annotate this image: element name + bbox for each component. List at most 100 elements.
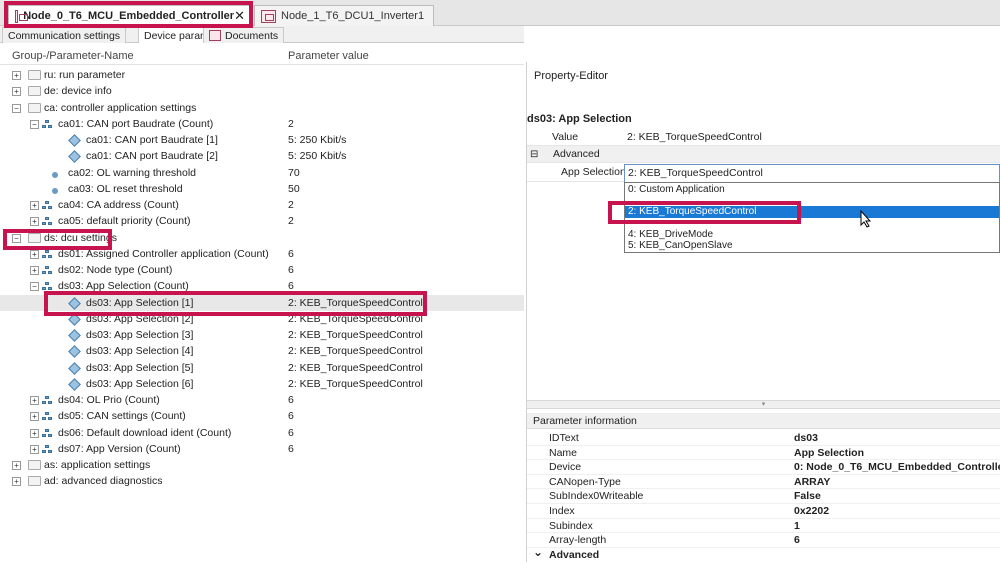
tree-row[interactable]: − ca: controller application settings <box>0 100 524 116</box>
tree-row[interactable]: ca01: CAN port Baudrate [2] 5: 250 Kbit/s <box>0 148 524 164</box>
collapse-icon[interactable]: − <box>30 119 39 129</box>
parameter-information-header: Parameter information <box>527 413 1000 429</box>
tab-node-1[interactable]: Node_1_T6_DCU1_Inverter1 <box>254 5 434 26</box>
tree-row[interactable]: ds03: App Selection [6] 2: KEB_TorqueSpee… <box>0 376 524 392</box>
tab-label: Documents <box>225 29 279 42</box>
parameter-info-value: 1 <box>794 519 800 532</box>
tree-row-label: ds06: Default download ident (Count) <box>58 426 232 439</box>
expand-icon[interactable]: + <box>30 217 39 227</box>
value-label: Value <box>552 131 579 143</box>
expand-icon[interactable]: + <box>12 461 21 470</box>
expand-icon[interactable]: + <box>12 71 21 80</box>
parameter-icon <box>52 187 58 194</box>
advanced-section-label: Advanced <box>549 549 600 561</box>
property-heading: ds03: App Selection <box>527 113 632 125</box>
tree-row[interactable]: ca02: OL warning threshold 70 <box>0 165 524 181</box>
parameter-info-value: 0: Node_0_T6_MCU_Embedded_Controller <box>794 461 1000 474</box>
tree-row[interactable]: + ds07: App Version (Count) 6 <box>0 441 524 457</box>
tree-row-value: 2: KEB_TorqueSpeedControl <box>288 377 423 390</box>
tree-row[interactable]: ca01: CAN port Baudrate [1] 5: 250 Kbit/s <box>0 132 524 148</box>
tab-documents[interactable]: Documents <box>203 27 285 43</box>
advanced-row[interactable]: ⊟ Advanced <box>527 146 1000 163</box>
expand-icon[interactable]: + <box>30 201 39 210</box>
tree-row-value: 70 <box>288 166 300 179</box>
parameter-info-row: IDText ds03 <box>527 431 1000 446</box>
tree-row[interactable]: ds03: App Selection [3] 2: KEB_TorqueSpee… <box>0 327 524 343</box>
expand-icon[interactable]: + <box>30 396 39 405</box>
tree-row[interactable]: + ds02: Node type (Count) 6 <box>0 262 524 278</box>
parameter-info-row: SubIndex0Writeable False <box>527 489 1000 504</box>
parameter-info-row: Device 0: Node_0_T6_MCU_Embedded_Controll… <box>527 460 1000 475</box>
parameter-icon <box>68 345 81 359</box>
parameter-info-value: False <box>794 490 821 503</box>
panel-splitter[interactable]: ▾ <box>527 400 1000 409</box>
array-node-icon <box>42 444 52 455</box>
tree-row-value: 6 <box>288 264 294 276</box>
parameter-icon <box>68 134 81 147</box>
app-selection-combobox[interactable]: 2: KEB_TorqueSpeedControl <box>624 164 1000 183</box>
parameter-icon <box>68 329 81 342</box>
tree-row[interactable]: ds03: App Selection [5] 2: KEB_TorqueSpee… <box>0 360 524 376</box>
parameter-info-key: Index <box>549 505 575 517</box>
tree-row[interactable]: + ds04: OL Prio (Count) 6 <box>0 392 524 408</box>
tree-row[interactable]: ds03: App Selection [4] 2: KEB_TorqueSpee… <box>0 343 524 359</box>
parameter-info-value: App Selection <box>794 446 865 459</box>
column-value-header[interactable]: Parameter value <box>288 50 369 62</box>
option-keb-drivemode[interactable]: 4: KEB_DriveMode <box>625 229 999 240</box>
parameter-info-value: ds03 <box>794 432 818 444</box>
folder-icon <box>28 86 41 97</box>
chevron-down-icon[interactable]: ⌄ <box>533 545 543 560</box>
option-keb-canopenslave[interactable]: 5: KEB_CanOpenSlave <box>625 240 999 251</box>
tree-row[interactable]: + ds06: Default download ident (Count) 6 <box>0 425 524 441</box>
tree-row[interactable]: + ru: run parameter <box>0 67 524 83</box>
tab-communication-settings[interactable]: Communication settings <box>2 27 127 43</box>
tree-row[interactable]: + ca05: default priority (Count) 2 <box>0 213 524 229</box>
tree-row-value: 5: 250 Kbit/s <box>288 150 347 163</box>
tree-row-label: ca01: CAN port Baudrate (Count) <box>58 117 214 130</box>
tree-row-value: 2: KEB_TorqueSpeedControl <box>288 329 423 341</box>
tree-row-label: ds05: CAN settings (Count) <box>58 410 186 423</box>
parameter-info-key: Array-length <box>549 534 607 547</box>
tree-row-label: ca03: OL reset threshold <box>68 182 183 195</box>
tab-label: Node_1_T6_DCU1_Inverter1 <box>281 10 425 22</box>
tree-row[interactable]: − ca01: CAN port Baudrate (Count) 2 <box>0 116 524 132</box>
highlight-dcu-settings <box>3 229 112 250</box>
tree-row-label: ds07: App Version (Count) <box>58 442 181 455</box>
advanced-section-row[interactable]: ⌄ Advanced <box>527 545 1000 563</box>
tree-row-label: ds03: App Selection [6] <box>86 377 194 390</box>
parameter-info-value: 0x2202 <box>794 505 830 517</box>
parameter-icon <box>68 150 81 164</box>
expand-icon[interactable]: + <box>30 249 39 259</box>
highlight-dropdown-option <box>608 201 801 224</box>
value-text: 2: KEB_TorqueSpeedControl <box>627 131 762 143</box>
tree-row[interactable]: + ds05: CAN settings (Count) 6 <box>0 408 524 424</box>
column-name-header[interactable]: Group-/Parameter-Name <box>12 50 134 62</box>
tree-row[interactable]: ca03: OL reset threshold 50 <box>0 181 524 197</box>
expand-icon[interactable]: + <box>12 477 21 487</box>
array-node-icon <box>42 428 52 439</box>
tree-row[interactable]: + ad: advanced diagnostics <box>0 473 524 489</box>
array-node-icon <box>42 249 52 260</box>
tree-row[interactable]: + as: application settings <box>0 457 524 473</box>
folder-icon <box>28 460 41 470</box>
expand-icon[interactable]: + <box>30 444 39 454</box>
expand-icon[interactable]: + <box>12 87 21 97</box>
tree-row[interactable]: + de: device info <box>0 83 524 99</box>
collapse-icon[interactable]: − <box>12 103 21 113</box>
tree-row-value: 2: KEB_TorqueSpeedControl <box>288 345 423 358</box>
parameter-info-key: SubIndex0Writeable <box>549 490 644 503</box>
collapse-icon[interactable]: − <box>30 282 39 292</box>
tree-row-value: 50 <box>288 182 300 195</box>
parameter-info-row: Index 0x2202 <box>527 504 1000 519</box>
parameter-info-key: Subindex <box>549 519 593 532</box>
option-custom-application[interactable]: 0: Custom Application <box>625 184 999 195</box>
expand-icon[interactable]: + <box>30 428 39 438</box>
tree-row-label: ca: controller application settings <box>44 101 197 114</box>
collapse-icon[interactable]: ⊟ <box>530 146 538 163</box>
tree-row-value: 6 <box>288 442 294 455</box>
tree-row-value: 6 <box>288 247 294 260</box>
tree-row[interactable]: + ca04: CA address (Count) 2 <box>0 197 524 213</box>
expand-icon[interactable]: + <box>30 412 39 422</box>
expand-icon[interactable]: + <box>30 266 39 275</box>
folder-icon <box>28 102 41 113</box>
